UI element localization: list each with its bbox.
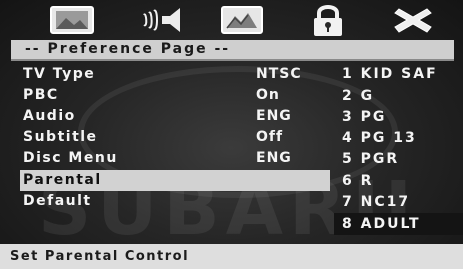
rating-option-label: 7 NC17 <box>342 194 411 210</box>
page-title: -- Preference Page -- <box>25 41 231 57</box>
setup-icon-bar <box>0 0 463 38</box>
rating-option-kid-safe[interactable]: 1 KID SAF <box>334 63 463 85</box>
lock-icon[interactable] <box>300 3 356 37</box>
rating-option-label: 4 PG 13 <box>342 130 417 146</box>
menu-item-label: Default <box>23 193 92 209</box>
rating-option-pg-13[interactable]: 4 PG 13 <box>334 127 463 149</box>
rating-option-nc17[interactable]: 7 NC17 <box>334 191 463 213</box>
menu-item-pbc[interactable]: PBC On <box>20 85 330 106</box>
menu-item-value: ENG <box>256 150 292 166</box>
rating-option-g[interactable]: 2 G <box>334 85 463 107</box>
exit-icon[interactable] <box>385 3 441 37</box>
menu-item-default[interactable]: Default <box>20 191 330 212</box>
page-title-bar: -- Preference Page -- <box>11 40 454 61</box>
status-message: Set Parental Control <box>10 249 190 264</box>
rating-option-label: 1 KID SAF <box>342 66 438 82</box>
status-bar: Set Parental Control <box>0 244 463 269</box>
rating-option-label: 3 PG <box>342 109 387 125</box>
menu-item-label: Subtitle <box>23 129 98 145</box>
dvd-setup-screen: SUBARU -- Preference Page -- TV Type NTS… <box>0 0 463 269</box>
general-setup-icon[interactable] <box>44 3 100 37</box>
menu-item-label: Disc Menu <box>23 150 118 166</box>
rating-option-label: 5 PGR <box>342 151 400 167</box>
rating-option-adult[interactable]: 8 ADULT <box>334 213 463 235</box>
video-setup-icon[interactable] <box>214 3 270 37</box>
menu-item-audio[interactable]: Audio ENG <box>20 106 330 127</box>
rating-option-label: 6 R <box>342 173 374 189</box>
menu-item-value: NTSC <box>256 66 302 82</box>
menu-item-label: TV Type <box>23 66 96 82</box>
menu-item-value: ENG <box>256 108 292 124</box>
rating-option-pg[interactable]: 3 PG <box>334 106 463 128</box>
rating-option-r[interactable]: 6 R <box>334 170 463 192</box>
menu-item-label: PBC <box>23 87 59 103</box>
rating-option-label: 2 G <box>342 88 375 104</box>
menu-item-subtitle[interactable]: Subtitle Off <box>20 127 330 148</box>
menu-item-value: Off <box>256 129 284 145</box>
menu-item-parental[interactable]: Parental <box>20 170 330 191</box>
menu-item-label: Audio <box>23 108 76 124</box>
menu-item-value: On <box>256 87 280 103</box>
menu-item-disc-menu[interactable]: Disc Menu ENG <box>20 148 330 169</box>
rating-option-label: 8 ADULT <box>342 216 421 232</box>
menu-item-label: Parental <box>23 172 102 188</box>
rating-option-pgr[interactable]: 5 PGR <box>334 148 463 170</box>
audio-setup-icon[interactable] <box>136 3 192 37</box>
menu-item-tv-type[interactable]: TV Type NTSC <box>20 64 330 85</box>
